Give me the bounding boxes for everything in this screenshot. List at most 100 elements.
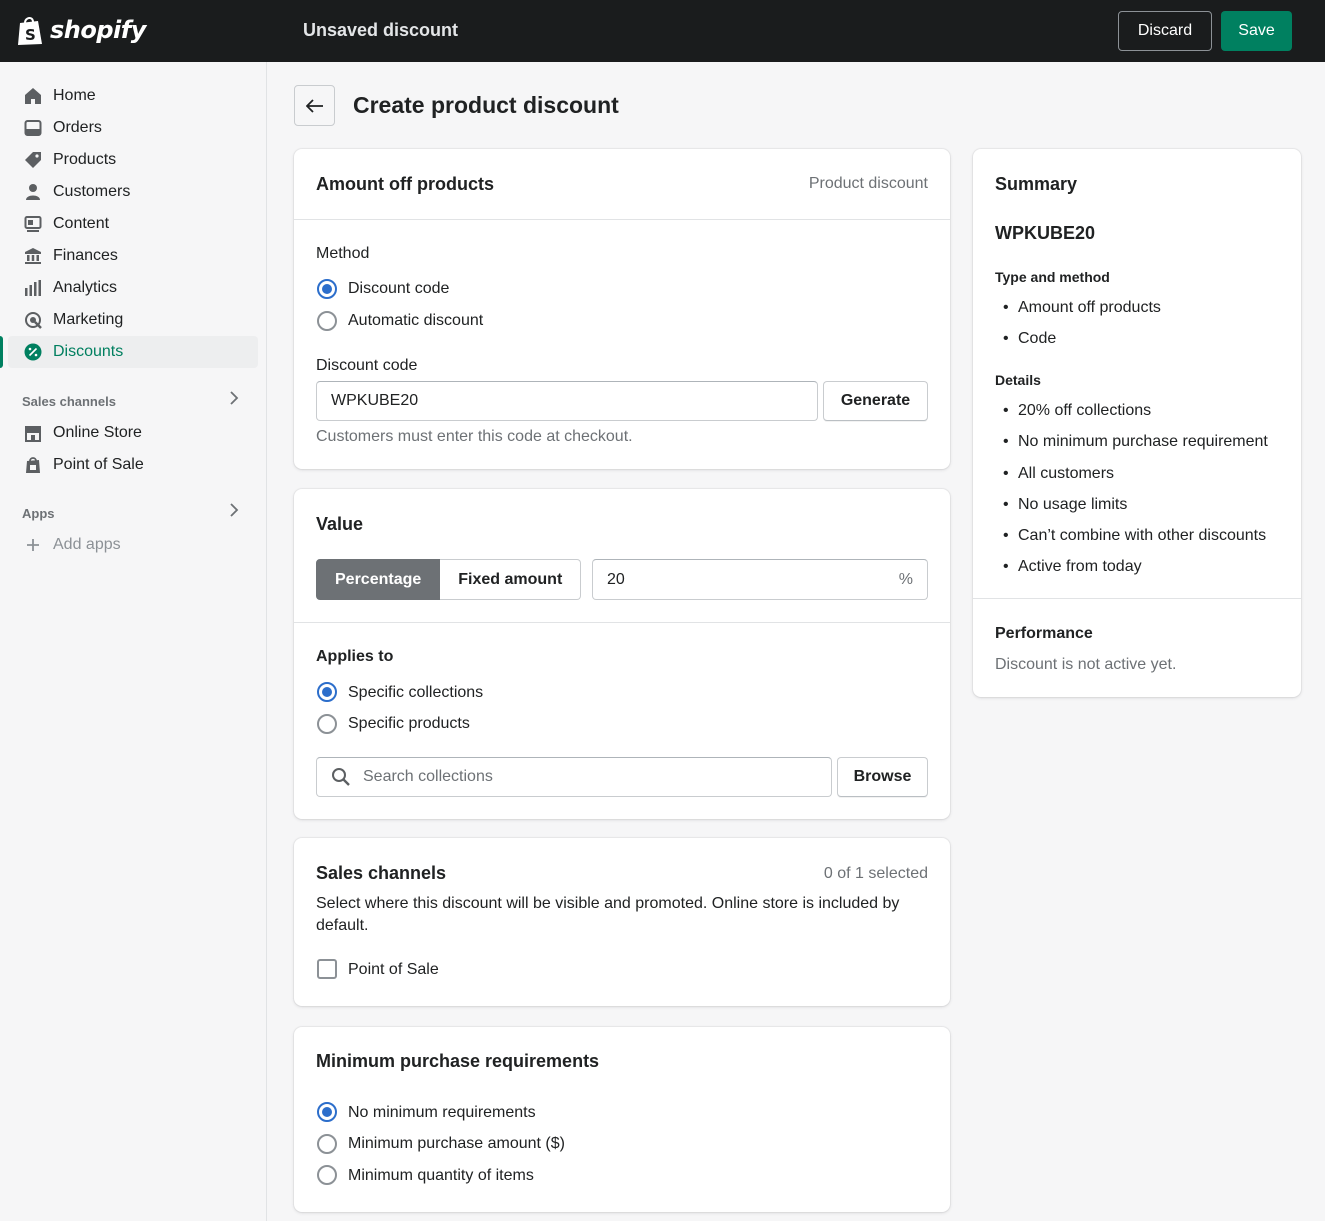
discount-code-option-label: Discount code <box>348 280 450 297</box>
discard-button[interactable]: Discard <box>1118 11 1212 51</box>
list-item: Code <box>1003 329 1161 360</box>
sidebar-item-label: Home <box>53 87 96 104</box>
no-minimum-option-label: No minimum requirements <box>348 1104 536 1121</box>
minimum-quantity-radio[interactable] <box>317 1165 337 1185</box>
performance-text: Discount is not active yet. <box>995 656 1177 673</box>
sidebar-item-label: Marketing <box>53 311 124 328</box>
value-amount-input[interactable]: 20 <box>607 571 625 589</box>
list-item: Can’t combine with other discounts <box>1003 526 1268 557</box>
list-item: Active from today <box>1003 557 1268 588</box>
value-card: Value Applies to Specific collections Sp… <box>294 489 950 819</box>
percent-suffix: % <box>898 570 913 588</box>
minimum-requirements-card: Minimum purchase requirements No minimum… <box>294 1027 950 1212</box>
sidebar-item-label: Orders <box>53 119 102 136</box>
search-collections-field[interactable]: Search collections <box>316 757 832 797</box>
sidebar-item-label: Analytics <box>53 279 118 296</box>
automatic-discount-option-label: Automatic discount <box>348 312 484 329</box>
sidebar-item-label: Finances <box>53 247 118 264</box>
add-apps-label: Add apps <box>53 536 121 553</box>
discount-icon <box>24 343 42 361</box>
specific-products-radio[interactable] <box>317 714 337 734</box>
pos-icon <box>24 456 42 474</box>
percentage-button[interactable]: Percentage <box>316 559 441 600</box>
sidebar: Home Orders Products Customers Content F… <box>0 62 267 1221</box>
discount-code-label: Discount code <box>316 357 418 374</box>
divider <box>294 219 950 220</box>
save-button[interactable]: Save <box>1221 11 1292 51</box>
point-of-sale-checkbox[interactable] <box>317 959 337 979</box>
type-method-list: Amount off products Code <box>1003 298 1161 361</box>
automatic-discount-radio[interactable] <box>317 311 337 331</box>
value-amount-field[interactable]: 20 % <box>592 559 928 600</box>
search-placeholder: Search collections <box>363 768 493 785</box>
minimum-amount-radio[interactable] <box>317 1134 337 1154</box>
home-icon <box>24 87 42 105</box>
fixed-amount-button[interactable]: Fixed amount <box>440 559 582 600</box>
sidebar-item-home[interactable]: Home <box>8 80 258 112</box>
shopify-wordmark: shopify <box>50 16 146 44</box>
chevron-right-icon[interactable] <box>229 503 239 522</box>
selected-count: 0 of 1 selected <box>823 865 928 882</box>
sidebar-item-analytics[interactable]: Analytics <box>8 272 258 304</box>
divider <box>294 622 950 623</box>
sidebar-item-orders[interactable]: Orders <box>8 112 258 144</box>
list-item: All customers <box>1003 464 1268 495</box>
list-item: Amount off products <box>1003 298 1161 329</box>
summary-title: Summary <box>995 174 1078 194</box>
details-list: 20% off collections No minimum purchase … <box>1003 401 1268 589</box>
shopify-bag-icon: S <box>18 17 42 45</box>
specific-collections-radio[interactable] <box>317 682 337 702</box>
specific-products-option-label: Specific products <box>348 715 470 732</box>
page-title: Create product discount <box>353 92 619 118</box>
discount-code-input[interactable] <box>316 381 818 421</box>
card-title: Value <box>316 514 364 534</box>
sidebar-item-content[interactable]: Content <box>8 208 258 240</box>
top-bar: S shopify Unsaved discount Discard Save <box>0 0 1325 62</box>
person-icon <box>24 183 42 201</box>
apps-heading: Apps <box>22 506 55 521</box>
details-heading: Details <box>995 372 1041 388</box>
summary-code: WPKUBE20 <box>995 223 1096 243</box>
sales-channels-description: Select where this discount will be visib… <box>316 895 900 934</box>
sidebar-item-label: Discounts <box>53 343 124 360</box>
minimum-amount-option-label: Minimum purchase amount ($) <box>348 1135 565 1152</box>
content-icon <box>24 215 42 233</box>
add-apps-button[interactable]: Add apps <box>8 529 258 561</box>
tag-icon <box>24 151 42 169</box>
svg-text:S: S <box>25 26 36 44</box>
sales-channels-card: Sales channels 0 of 1 selected Select wh… <box>294 838 950 1006</box>
unsaved-status-title: Unsaved discount <box>303 20 459 40</box>
shopify-logo[interactable]: S shopify <box>16 14 146 46</box>
search-icon <box>332 768 350 786</box>
no-minimum-radio[interactable] <box>317 1102 337 1122</box>
sales-channels-heading: Sales channels <box>22 394 116 409</box>
card-title: Minimum purchase requirements <box>316 1051 600 1071</box>
sidebar-item-products[interactable]: Products <box>8 144 258 176</box>
minimum-quantity-option-label: Minimum quantity of items <box>348 1167 534 1184</box>
list-item: No minimum purchase requirement <box>1003 432 1268 463</box>
generate-button[interactable]: Generate <box>823 381 928 421</box>
divider <box>973 598 1301 599</box>
sidebar-item-finances[interactable]: Finances <box>8 240 258 272</box>
sidebar-item-marketing[interactable]: Marketing <box>8 304 258 336</box>
sidebar-item-online-store[interactable]: Online Store <box>8 417 258 449</box>
back-button[interactable] <box>294 85 335 126</box>
list-item: 20% off collections <box>1003 401 1268 432</box>
bank-icon <box>24 247 42 265</box>
discount-code-radio[interactable] <box>317 279 337 299</box>
chevron-right-icon[interactable] <box>229 391 239 410</box>
list-item: No usage limits <box>1003 495 1268 526</box>
sidebar-item-point-of-sale[interactable]: Point of Sale <box>8 449 258 481</box>
sidebar-item-label: Products <box>53 151 117 168</box>
card-title: Sales channels <box>316 863 447 883</box>
store-icon <box>24 424 42 442</box>
target-icon <box>24 311 42 329</box>
orders-icon <box>24 119 42 137</box>
amount-off-card: Amount off products Product discount Met… <box>294 149 950 469</box>
sidebar-item-discounts[interactable]: Discounts <box>0 336 258 368</box>
sidebar-item-label: Content <box>53 215 110 232</box>
browse-button[interactable]: Browse <box>837 757 928 797</box>
sidebar-item-customers[interactable]: Customers <box>8 176 258 208</box>
sidebar-item-label: Customers <box>53 183 131 200</box>
bar-chart-icon <box>24 279 42 297</box>
